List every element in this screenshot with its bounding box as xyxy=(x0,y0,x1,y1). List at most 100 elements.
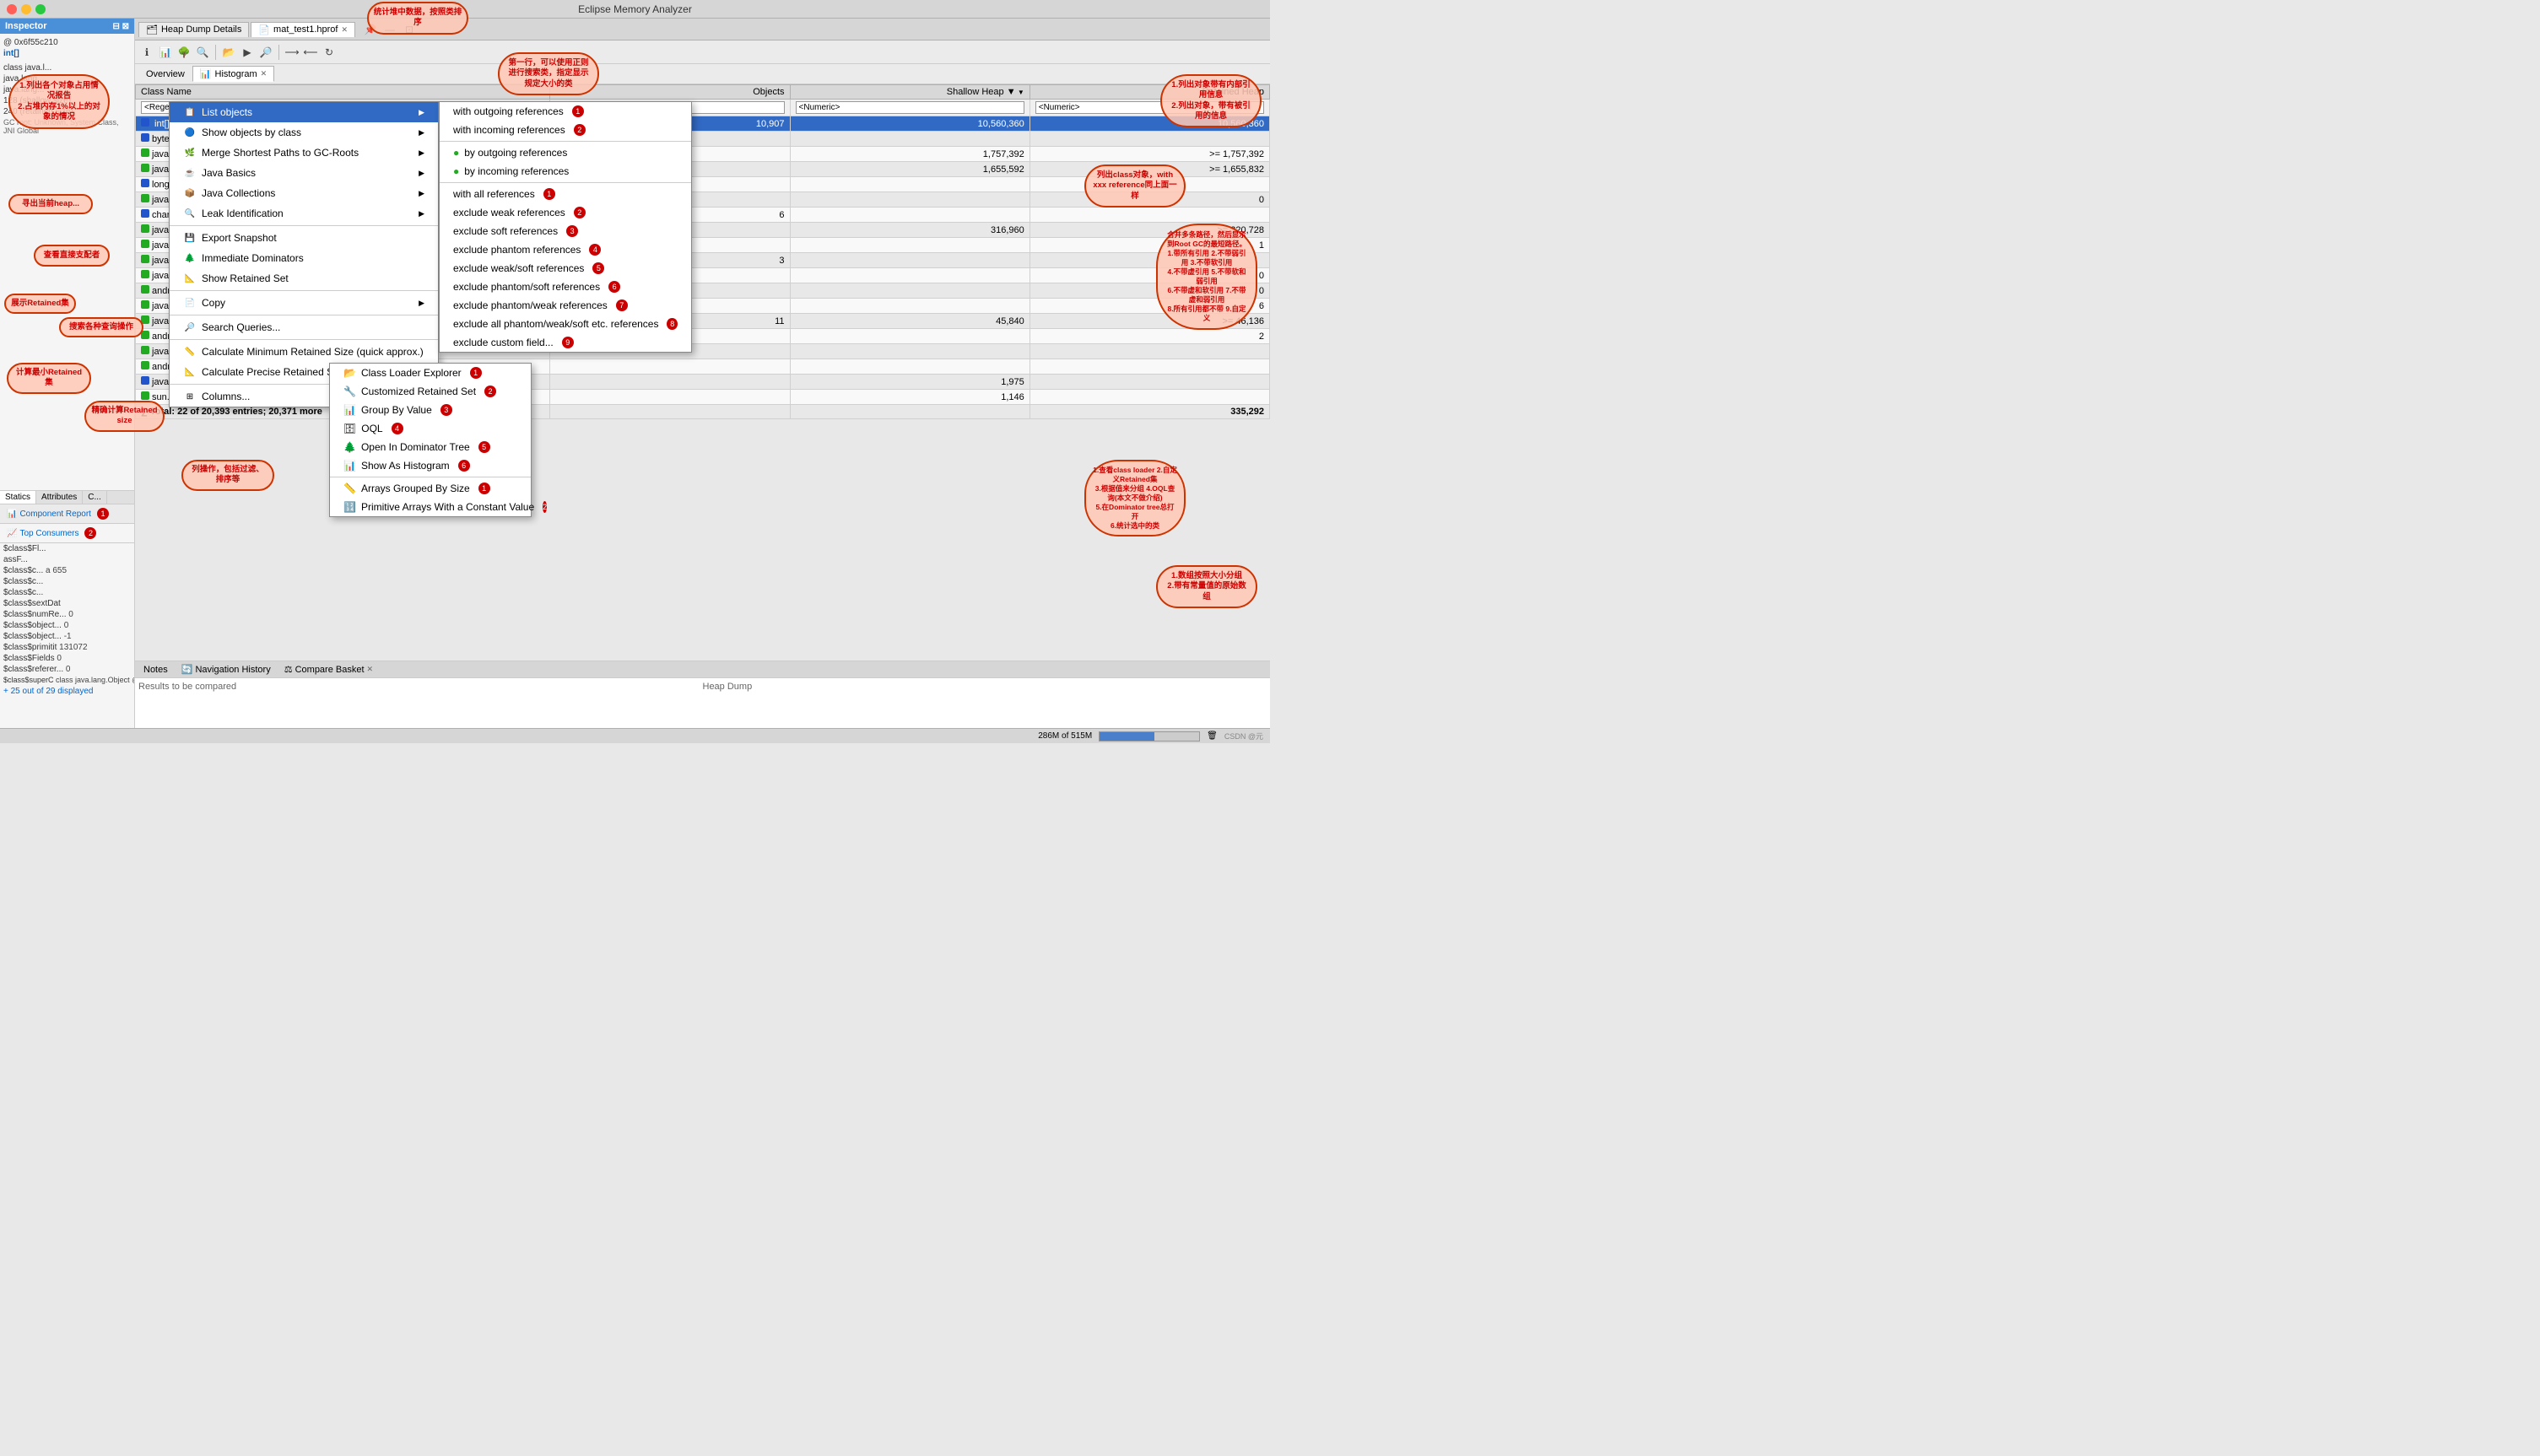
submenu-with-all[interactable]: with all references 1 xyxy=(440,185,691,203)
submenu-excl-weak[interactable]: exclude weak references 2 xyxy=(440,203,691,222)
menu-immediate-dominators[interactable]: 🌲 Immediate Dominators xyxy=(170,248,438,268)
menu-java-basics[interactable]: ☕ Java Basics xyxy=(170,163,438,183)
top-consumers-item[interactable]: 📈 Top Consumers 2 xyxy=(3,526,131,541)
context-menu[interactable]: 📋 List objects 🔵 Show objects by class 🌿… xyxy=(169,101,439,407)
menu-java-collections[interactable]: 📦 Java Collections xyxy=(170,183,438,203)
filter-retained[interactable] xyxy=(1030,100,1269,116)
menu-calc-min-retained[interactable]: 📏 Calculate Minimum Retained Size (quick… xyxy=(170,342,438,362)
col-retained-heap[interactable]: Retained Heap xyxy=(1030,85,1269,100)
badge-ew-2: 2 xyxy=(574,207,586,218)
toolbar-dominator[interactable]: 🌳 xyxy=(176,44,192,61)
shallow-filter-input[interactable] xyxy=(796,101,1024,114)
retained-filter-input[interactable] xyxy=(1035,101,1264,114)
total-retained: 335,292 xyxy=(1030,405,1269,419)
badge-all-8: 8 xyxy=(667,318,678,330)
col-shallow-heap[interactable]: Shallow Heap ▼ xyxy=(790,85,1030,100)
toolbar-open[interactable]: 📂 xyxy=(220,44,237,61)
submenu-with-outgoing[interactable]: with outgoing references 1 xyxy=(440,102,691,121)
submenu-excl-phantom[interactable]: exclude phantom references 4 xyxy=(440,240,691,259)
class-icon-green xyxy=(141,240,149,248)
submenu-by-incoming[interactable]: ● by incoming references xyxy=(440,162,691,181)
toolbar-icon-maximize[interactable]: ⊡ xyxy=(401,21,418,38)
tab-nav-history[interactable]: 🔄 Navigation History xyxy=(176,663,276,676)
submenu-open-dominator[interactable]: 🌲 Open In Dominator Tree 5 xyxy=(330,438,531,456)
panel-toolbar: 📊 Component Report 1 xyxy=(0,504,134,524)
filter-shallow[interactable] xyxy=(790,100,1030,116)
toolbar-find[interactable]: 🔎 xyxy=(257,44,274,61)
submenu-excl-phantom-weak[interactable]: exclude phantom/weak references 7 xyxy=(440,296,691,315)
submenu-class-loader[interactable]: 📂 Class Loader Explorer 1 xyxy=(330,364,531,382)
toolbar-histogram[interactable]: 📊 xyxy=(157,44,174,61)
histogram-close[interactable]: ✕ xyxy=(261,69,268,78)
menu-export-snapshot[interactable]: 💾 Export Snapshot xyxy=(170,228,438,248)
submenu-excl-all[interactable]: exclude all phantom/weak/soft etc. refer… xyxy=(440,315,691,333)
component-report-item[interactable]: 📊 Component Report 1 xyxy=(3,506,112,521)
menu-columns-label: Columns... xyxy=(202,391,250,402)
submenu-excl-soft[interactable]: exclude soft references 3 xyxy=(440,222,691,240)
submenu-excl-custom[interactable]: exclude custom field... 9 xyxy=(440,333,691,352)
tab-statics[interactable]: Statics xyxy=(0,491,36,504)
export-icon: 💾 xyxy=(183,231,197,245)
submenu-excl-weak-soft[interactable]: exclude weak/soft references 5 xyxy=(440,259,691,278)
compare-close[interactable]: ✕ xyxy=(367,665,374,674)
tab-heap-dump-details[interactable]: 🗂 Heap Dump Details xyxy=(138,22,249,37)
toolbar-back[interactable]: ⟵ xyxy=(302,44,319,61)
tab-mat-test-close[interactable]: ✕ xyxy=(341,25,348,35)
submenu-customized-retained[interactable]: 🔧 Customized Retained Set 2 xyxy=(330,382,531,401)
menu-calc-precise-label: Calculate Precise Retained Size xyxy=(202,366,346,378)
toolbar-query[interactable]: 🔍 xyxy=(194,44,211,61)
menu-show-objects-by-class[interactable]: 🔵 Show objects by class xyxy=(170,122,438,143)
submenu-primitive-arrays[interactable]: 🔢 Primitive Arrays With a Constant Value… xyxy=(330,498,531,516)
col-class-name[interactable]: Class Name xyxy=(136,85,550,100)
submenu-open-dominator-label: Open In Dominator Tree xyxy=(361,441,470,453)
tab-mat-test[interactable]: 📄 mat_test1.hprof ✕ xyxy=(251,22,355,37)
toolbar-forward[interactable]: ⟶ xyxy=(284,44,300,61)
tab-notes[interactable]: Notes xyxy=(138,664,173,676)
minimize-button[interactable] xyxy=(21,4,31,14)
badge-2: 2 xyxy=(574,124,586,136)
statics-item-12: $class$referer... 0 xyxy=(0,664,134,675)
inspector-class3: java.lang... xyxy=(3,84,131,95)
submenu-with-incoming[interactable]: with incoming references 2 xyxy=(440,121,691,139)
tab-compare-basket[interactable]: ⚖ Compare Basket ✕ xyxy=(279,663,378,676)
submenu-group-by-value[interactable]: 📊 Group By Value 3 xyxy=(330,401,531,419)
toolbar-icon-pin[interactable]: 📌 xyxy=(362,21,379,38)
submenu-list-objects[interactable]: with outgoing references 1 with incoming… xyxy=(439,101,692,353)
class-icon-blue xyxy=(141,133,149,142)
maximize-button[interactable] xyxy=(35,4,46,14)
tab-attributes[interactable]: Attributes xyxy=(36,491,83,504)
menu-leak-identification[interactable]: 🔍 Leak Identification xyxy=(170,203,438,224)
tab-c[interactable]: C... xyxy=(83,491,107,504)
submenu-arrays-grouped[interactable]: 📏 Arrays Grouped By Size 1 xyxy=(330,479,531,498)
menu-list-objects[interactable]: 📋 List objects xyxy=(170,102,438,122)
app-title: Eclipse Memory Analyzer xyxy=(578,3,692,15)
toolbar-icon-minus[interactable]: — xyxy=(381,21,398,38)
col-objects[interactable]: Objects xyxy=(550,85,790,100)
submenu-excl-weak-label: exclude weak references xyxy=(453,207,565,218)
close-button[interactable] xyxy=(7,4,17,14)
memory-progress-bar xyxy=(1099,731,1200,741)
toolbar-run[interactable]: ▶ xyxy=(239,44,256,61)
class-icon-green xyxy=(141,300,149,309)
menu-merge-shortest-paths[interactable]: 🌿 Merge Shortest Paths to GC-Roots xyxy=(170,143,438,163)
sub-tab-histogram[interactable]: 📊 Histogram ✕ xyxy=(192,66,274,82)
bottom-tab-bar: Notes 🔄 Navigation History ⚖ Compare Bas… xyxy=(135,661,1270,678)
submenu-oql[interactable]: 🗄 OQL 4 xyxy=(330,419,531,438)
submenu-by-outgoing[interactable]: ● by outgoing references xyxy=(440,143,691,162)
class-icon-green xyxy=(141,315,149,324)
badge-custom-9: 9 xyxy=(562,337,574,348)
sub-tab-overview[interactable]: Overview xyxy=(138,67,192,82)
submenu-extra[interactable]: 📂 Class Loader Explorer 1 🔧 Customized R… xyxy=(329,363,532,517)
menu-copy[interactable]: 📄 Copy xyxy=(170,293,438,313)
window-controls[interactable] xyxy=(7,4,46,14)
toolbar-refresh[interactable]: ↻ xyxy=(321,44,338,61)
submenu-show-histogram[interactable]: 📊 Show As Histogram 6 xyxy=(330,456,531,475)
row-shallow: 1,655,592 xyxy=(790,162,1030,177)
submenu-excl-phantom-soft[interactable]: exclude phantom/soft references 6 xyxy=(440,278,691,296)
menu-search-queries[interactable]: 🔎 Search Queries... xyxy=(170,317,438,337)
toolbar-info[interactable]: ℹ xyxy=(138,44,155,61)
inspector-class2: java.lang... xyxy=(3,73,131,84)
menu-show-retained-set[interactable]: 📐 Show Retained Set xyxy=(170,268,438,289)
component-report-badge: 1 xyxy=(97,508,109,520)
mat-test-icon: 📄 xyxy=(258,24,270,35)
